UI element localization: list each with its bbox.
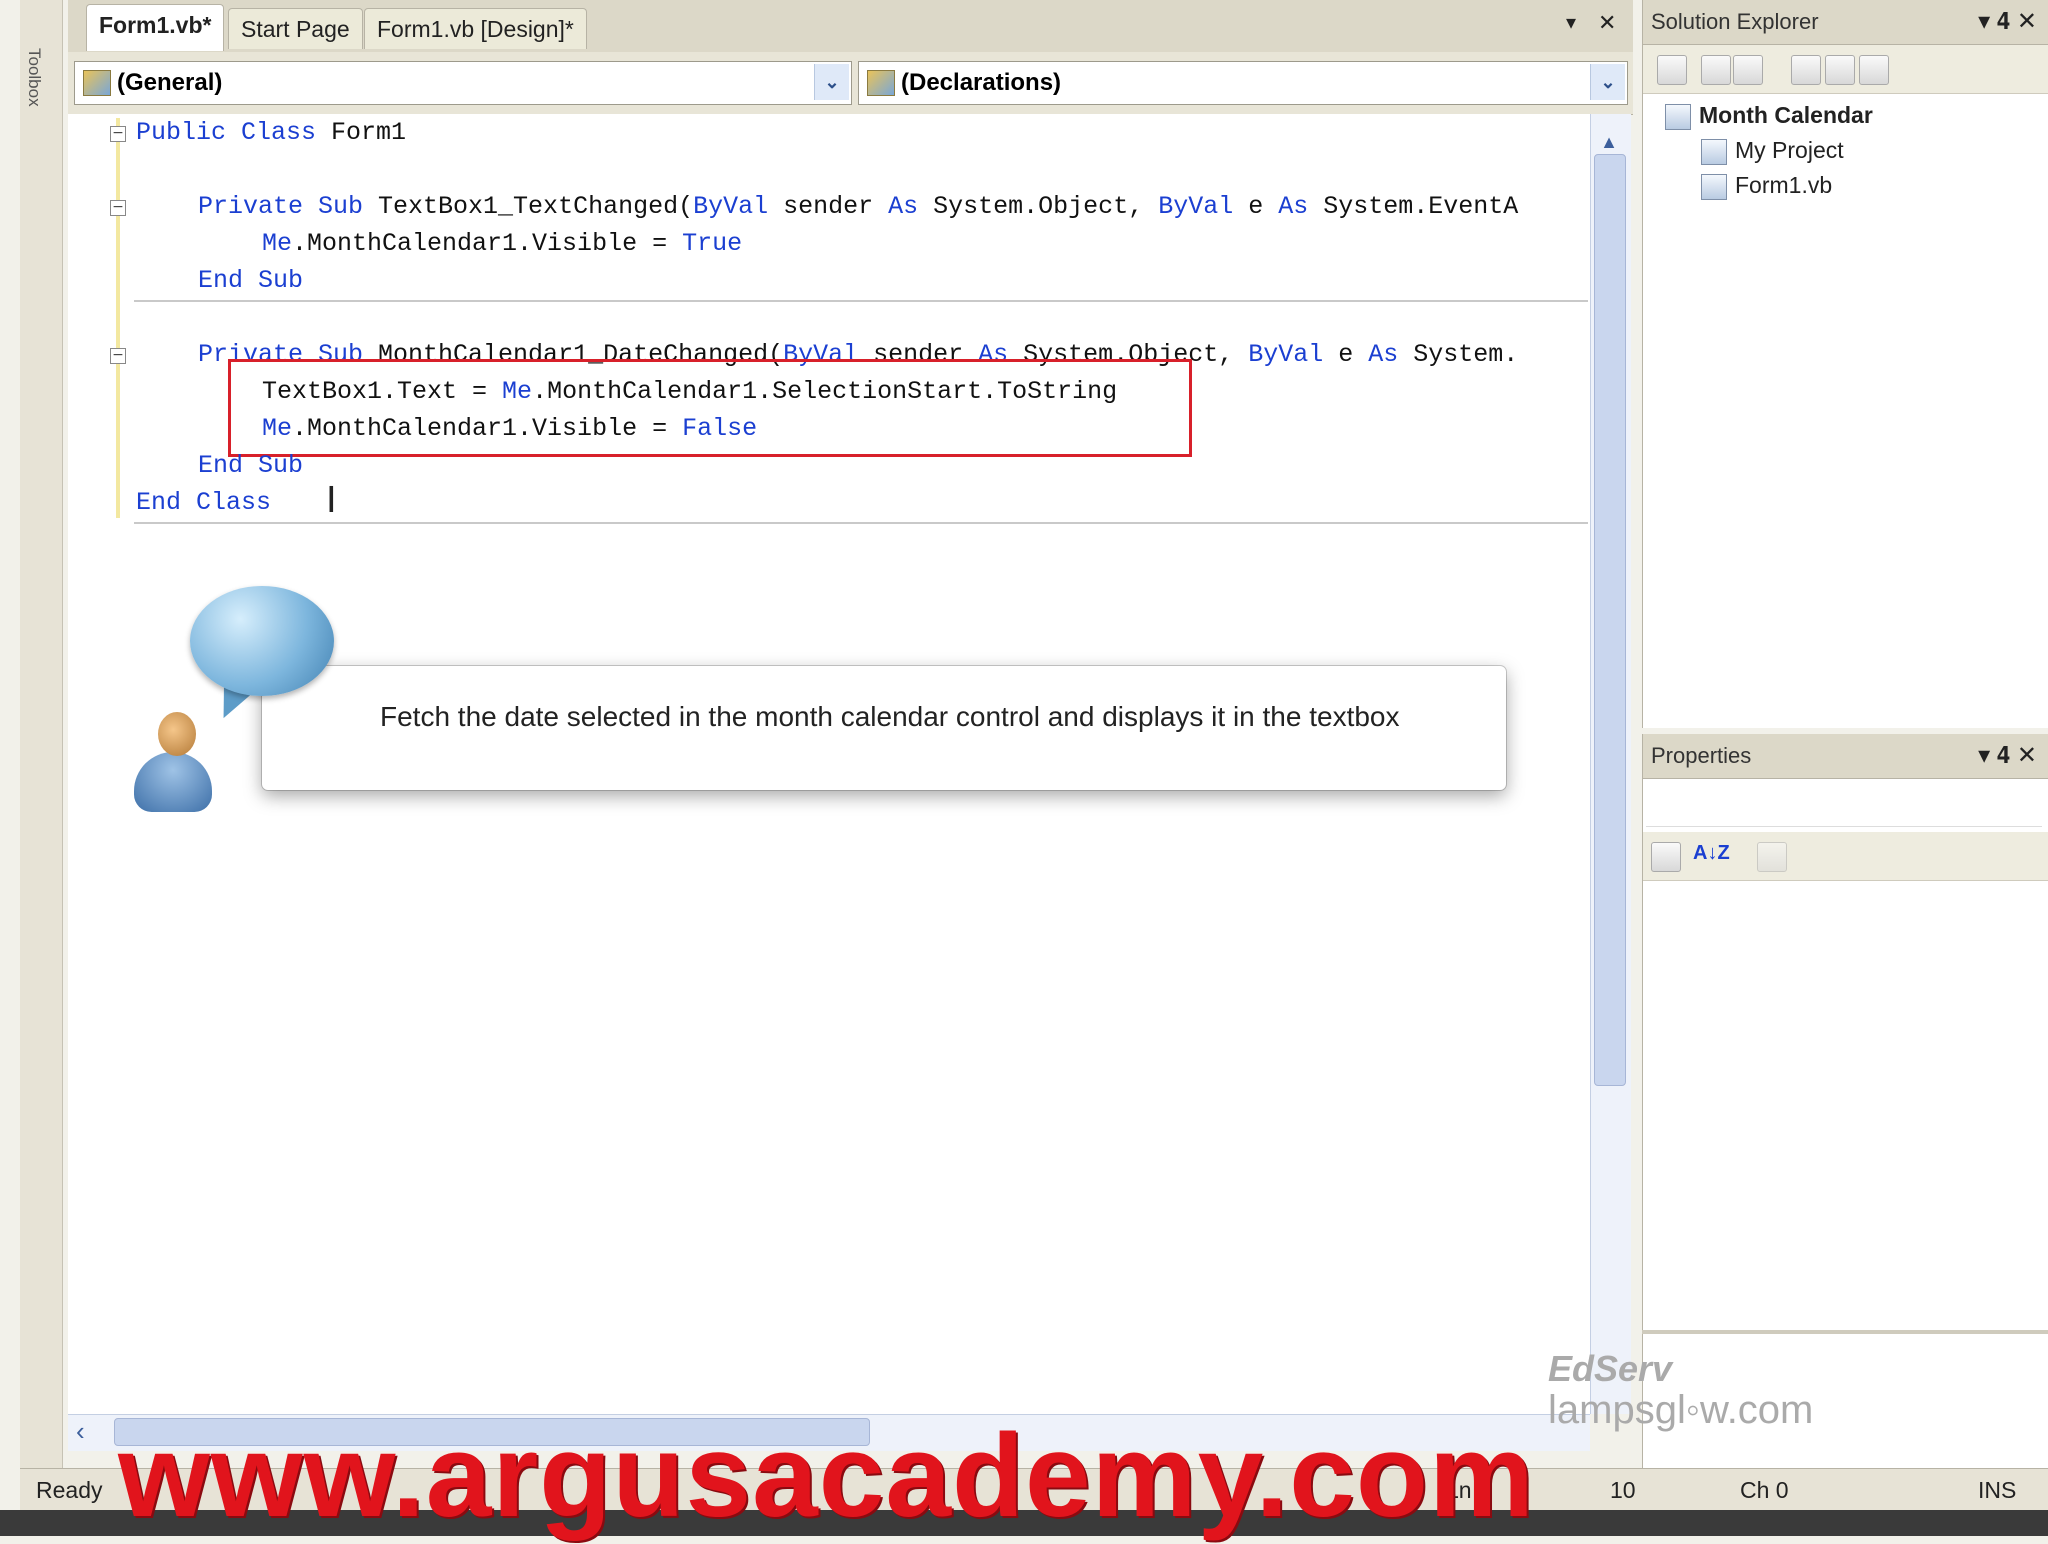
speech-bubble-icon <box>190 586 334 696</box>
project-icon <box>1665 103 1691 130</box>
class-diagram-icon[interactable] <box>1859 55 1889 85</box>
scroll-up-icon[interactable]: ▲ <box>1594 132 1624 152</box>
solution-explorer-panel: Solution Explorer ▾ 𝟒 ✕ Month Calendar M… <box>1642 0 2048 728</box>
properties-panel: Properties ▾ 𝟒 ✕ A↓Z <box>1642 734 2048 1494</box>
solution-explorer-toolbar <box>1643 45 2048 94</box>
document-tab-bar: Form1.vb* Start Page Form1.vb [Design]* … <box>68 0 1633 53</box>
presenter-head-icon <box>158 712 196 756</box>
navigation-bar: (General) ⌄ (Declarations) ⌄ <box>68 52 1633 115</box>
text-cursor-icon: I <box>326 480 337 521</box>
tab-form1-design[interactable]: Form1.vb [Design]* <box>364 8 587 49</box>
code-line[interactable]: End Sub <box>198 266 303 295</box>
brand-watermark: www.argusacademy.com <box>118 1410 1535 1542</box>
categorized-icon[interactable] <box>1651 842 1681 872</box>
properties-object-selector[interactable] <box>1646 784 2042 827</box>
solution-explorer-title: Solution Explorer <box>1651 9 1819 34</box>
panel-window-controls[interactable]: ▾ 𝟒 ✕ <box>1978 0 2037 44</box>
method-separator <box>134 300 1588 302</box>
status-ready: Ready <box>36 1477 103 1503</box>
status-char: Ch 0 <box>1740 1477 1789 1503</box>
my-project-icon <box>1701 138 1727 165</box>
toolbox-label[interactable]: Toolbox <box>24 48 44 107</box>
collapse-icon[interactable]: − <box>110 348 126 364</box>
properties-icon[interactable] <box>1657 55 1687 85</box>
tab-form1-code[interactable]: Form1.vb* <box>86 4 225 51</box>
close-document-icon[interactable]: ✕ <box>1598 10 1616 36</box>
lampsglow-watermark: lampsgl◦w.com <box>1548 1388 1814 1432</box>
code-line[interactable]: Public Class Form1 <box>136 118 406 147</box>
highlight-box <box>228 359 1192 457</box>
change-indicator-margin <box>116 118 120 518</box>
properties-toolbar: A↓Z <box>1643 832 2048 881</box>
view-designer-icon[interactable] <box>1825 55 1855 85</box>
code-line[interactable]: Private Sub TextBox1_TextChanged(ByVal s… <box>198 192 1518 221</box>
member-dropdown-value: (Declarations) <box>901 69 1062 96</box>
tree-item-my-project[interactable]: My Project <box>1701 137 1844 165</box>
solution-explorer-header: Solution Explorer ▾ 𝟒 ✕ <box>1643 0 2048 45</box>
status-column: 10 <box>1610 1477 1636 1503</box>
property-pages-icon[interactable] <box>1757 842 1787 872</box>
properties-title: Properties <box>1651 743 1752 768</box>
collapse-icon[interactable]: − <box>110 126 126 142</box>
properties-header: Properties ▾ 𝟒 ✕ <box>1643 734 2048 779</box>
code-line[interactable]: Me.MonthCalendar1.Visible = True <box>262 229 742 258</box>
panel-window-controls[interactable]: ▾ 𝟒 ✕ <box>1978 734 2037 778</box>
properties-description-divider <box>1642 1330 2048 1334</box>
tab-list-dropdown-icon[interactable]: ▾ <box>1566 10 1576 35</box>
object-dropdown-value: (General) <box>117 69 223 96</box>
alphabetical-sort-icon[interactable]: A↓Z <box>1693 842 1730 865</box>
chevron-down-icon[interactable]: ⌄ <box>1590 64 1625 100</box>
callout-text: Fetch the date selected in the month cal… <box>380 701 1400 732</box>
tree-item-form1[interactable]: Form1.vb <box>1701 172 1832 200</box>
chevron-down-icon[interactable]: ⌄ <box>814 64 849 100</box>
vertical-scroll-thumb[interactable] <box>1594 154 1626 1086</box>
class-icon <box>83 70 111 96</box>
edserv-watermark: EdServ <box>1548 1348 1673 1389</box>
member-dropdown[interactable]: (Declarations) ⌄ <box>858 61 1628 105</box>
status-insert-mode: INS <box>1978 1477 2017 1503</box>
toolbox-strip[interactable] <box>20 0 63 1500</box>
class-end-separator <box>134 522 1588 524</box>
scroll-left-icon[interactable]: ‹ <box>76 1416 85 1447</box>
code-line[interactable]: End Sub <box>198 451 303 480</box>
object-dropdown[interactable]: (General) ⌄ <box>74 61 852 105</box>
tab-start-page[interactable]: Start Page <box>228 8 363 49</box>
show-all-files-icon[interactable] <box>1701 55 1731 85</box>
collapse-icon[interactable]: − <box>110 200 126 216</box>
refresh-icon[interactable] <box>1733 55 1763 85</box>
tree-item-project[interactable]: Month Calendar <box>1665 102 1873 130</box>
code-line[interactable]: End Class <box>136 488 271 517</box>
declarations-icon <box>867 70 895 96</box>
view-code-icon[interactable] <box>1791 55 1821 85</box>
form-file-icon <box>1701 173 1727 200</box>
